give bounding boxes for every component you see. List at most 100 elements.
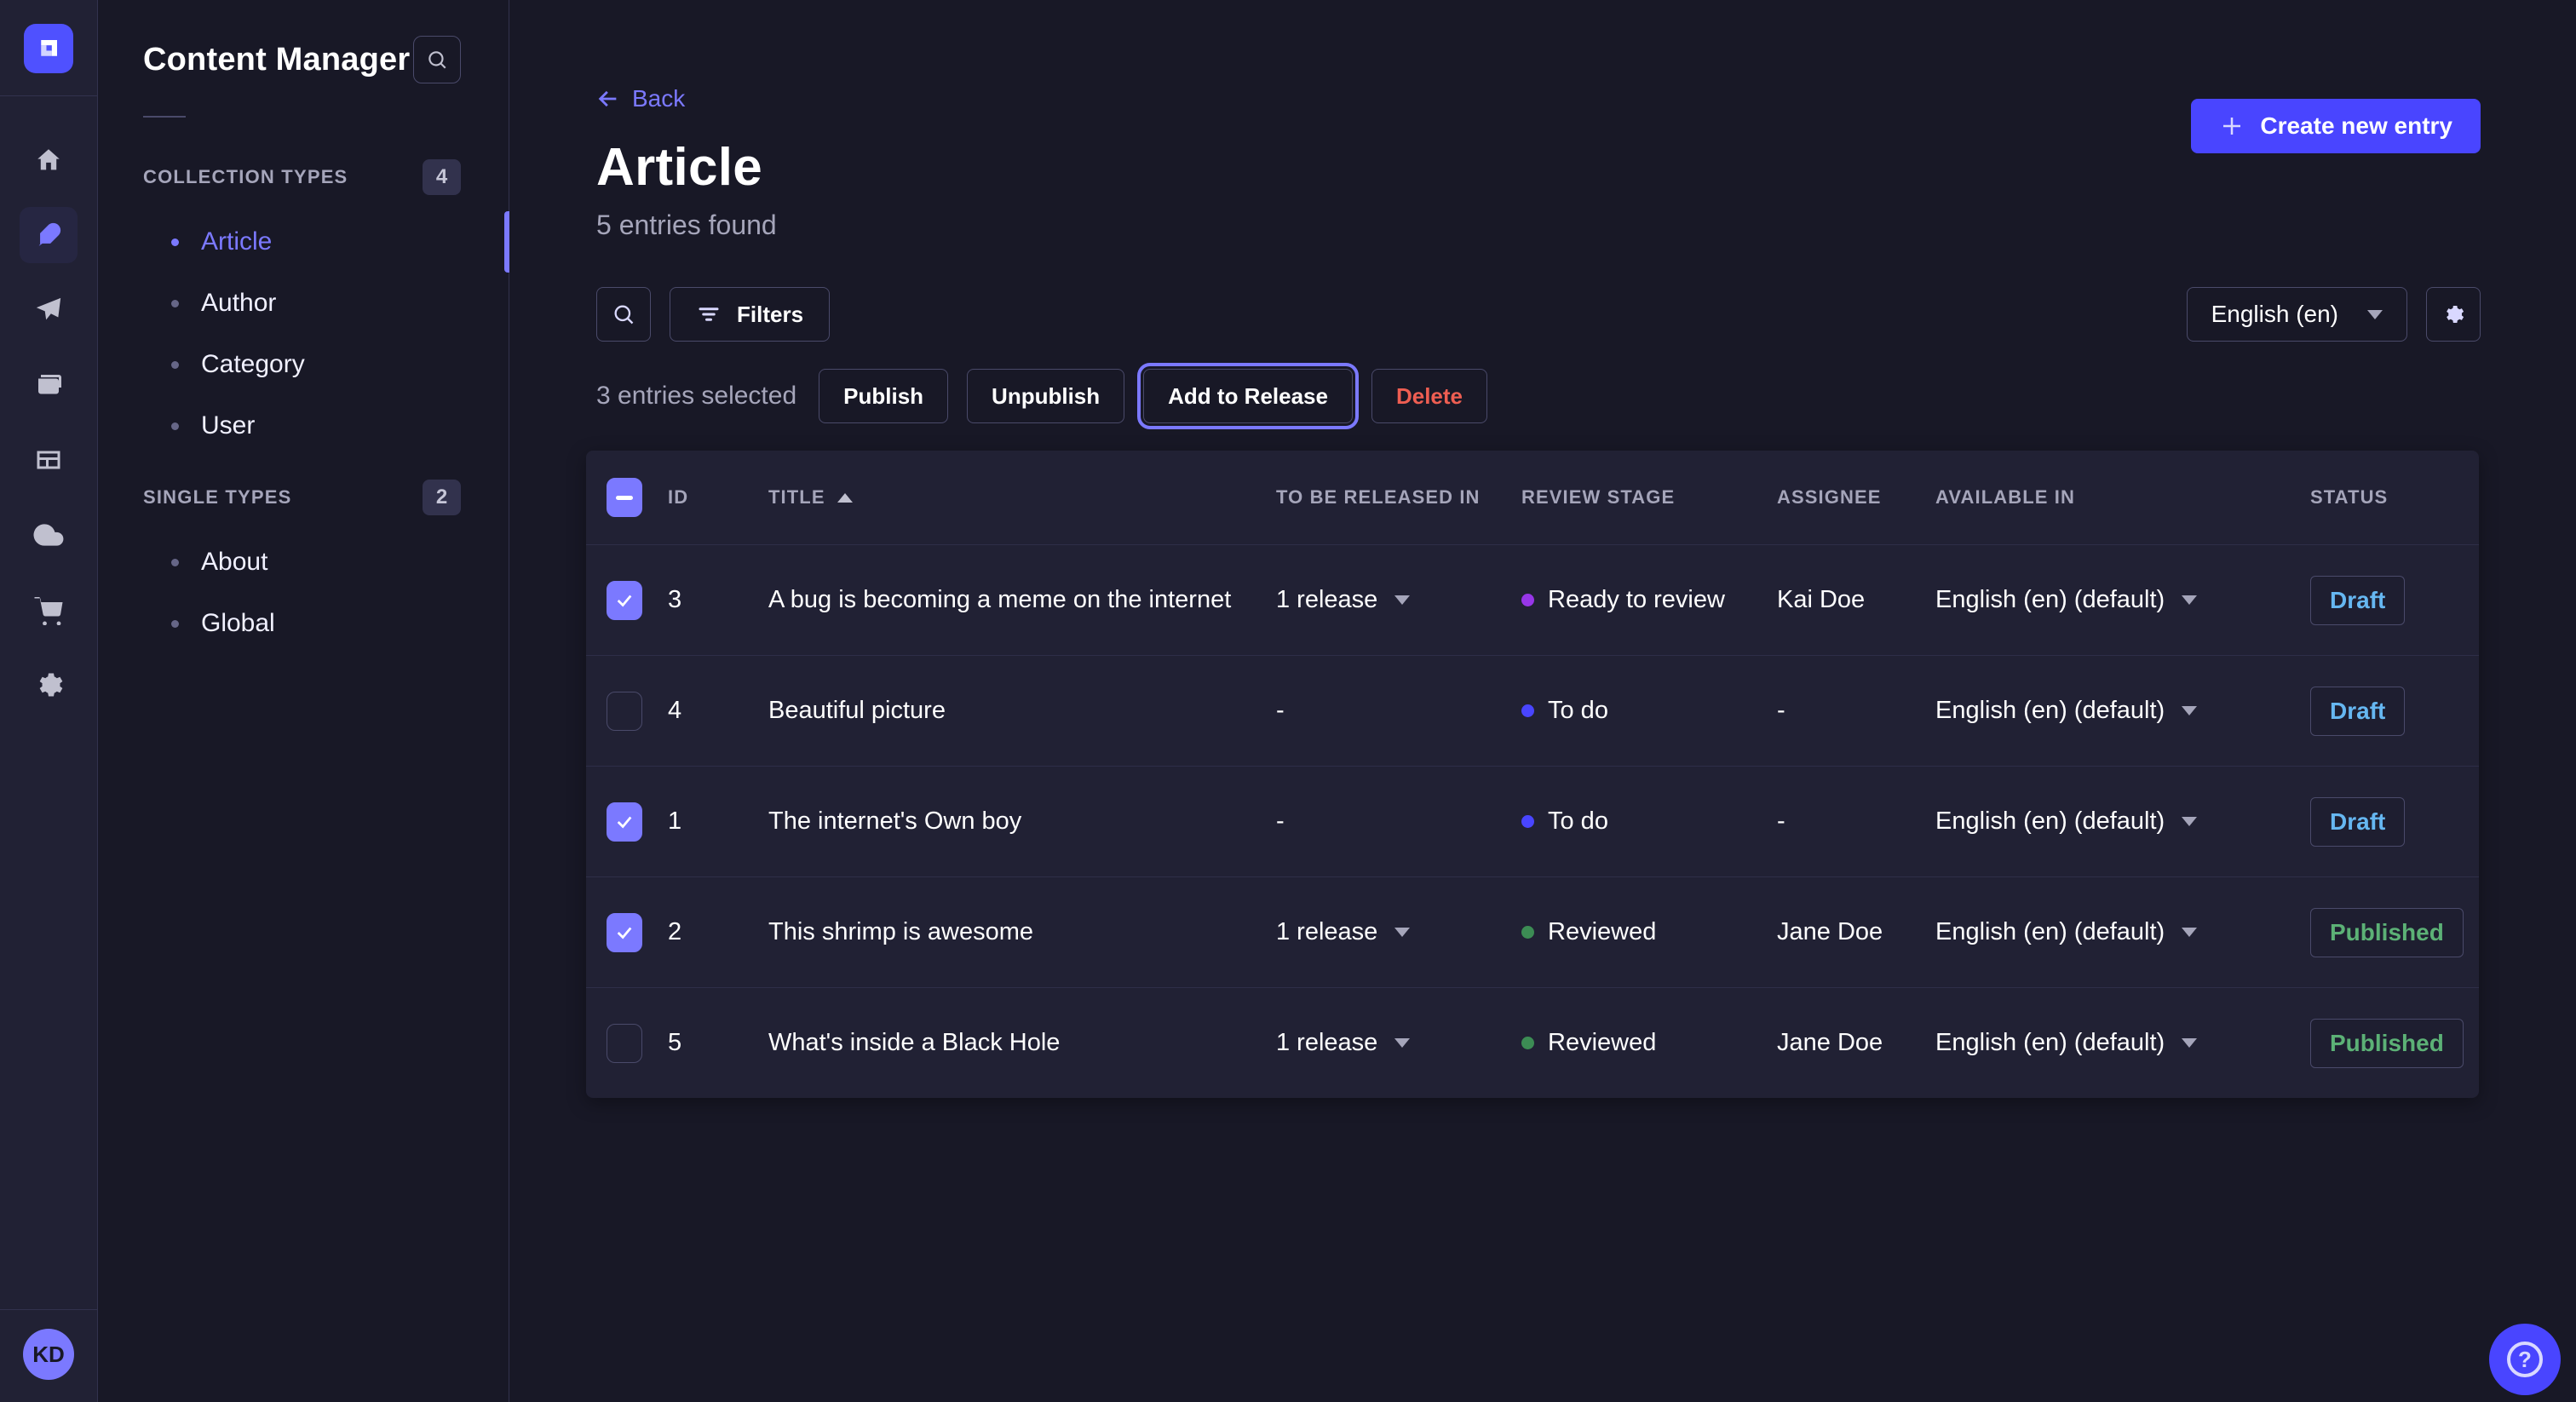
subnav-section-label: SINGLE TYPES — [143, 486, 292, 509]
rail-icon-list — [20, 132, 78, 713]
help-button[interactable]: ? — [2489, 1324, 2561, 1395]
row-title: A bug is becoming a meme on the internet — [750, 586, 1252, 614]
content-type-builder-icon[interactable] — [20, 432, 78, 488]
select-all-checkbox[interactable] — [607, 478, 642, 517]
table-row[interactable]: 1 The internet's Own boy - To do - Engli… — [586, 766, 2479, 876]
row-title: What's inside a Black Hole — [750, 1029, 1252, 1057]
cloud-icon[interactable] — [20, 507, 78, 563]
table-row[interactable]: 5 What's inside a Black Hole 1 release R… — [586, 987, 2479, 1098]
sidebar-item-user[interactable]: User — [98, 395, 509, 457]
row-review-stage: Reviewed — [1498, 918, 1753, 946]
row-checkbox[interactable] — [607, 581, 642, 620]
sidebar-item-author[interactable]: Author — [98, 273, 509, 334]
add-to-release-button[interactable]: Add to Release — [1143, 369, 1353, 423]
selection-actions: 3 entries selected Publish Unpublish Add… — [596, 369, 2481, 423]
row-released-in[interactable]: - — [1252, 697, 1498, 725]
status-badge: Draft — [2310, 797, 2405, 847]
sidebar-item-global[interactable]: Global — [98, 593, 509, 654]
logo-container — [0, 0, 97, 96]
create-new-entry-button[interactable]: Create new entry — [2191, 99, 2481, 153]
settings-gear-icon[interactable] — [20, 657, 78, 713]
sidebar-item-article[interactable]: Article — [98, 211, 509, 273]
row-available-in[interactable]: English (en) (default) — [1912, 586, 2283, 614]
row-checkbox-cell — [607, 1024, 668, 1063]
row-available-in[interactable]: English (en) (default) — [1912, 807, 2283, 836]
table-row[interactable]: 2 This shrimp is awesome 1 release Revie… — [586, 876, 2479, 987]
home-icon[interactable] — [20, 132, 78, 188]
row-released-in[interactable]: - — [1252, 807, 1498, 836]
row-status-cell: Published — [2283, 1019, 2474, 1068]
send-icon[interactable] — [20, 282, 78, 338]
row-available-in[interactable]: English (en) (default) — [1912, 697, 2283, 725]
bullet-icon — [171, 361, 179, 369]
subnav-sections: COLLECTION TYPES4 ArticleAuthorCategoryUs… — [98, 155, 509, 654]
marketplace-cart-icon[interactable] — [20, 582, 78, 638]
row-assignee: Jane Doe — [1753, 1029, 1912, 1057]
entries-count: 5 entries found — [596, 210, 2481, 241]
bullet-icon — [171, 559, 179, 566]
row-released-in[interactable]: 1 release — [1252, 1029, 1498, 1057]
user-avatar[interactable]: KD — [23, 1329, 74, 1380]
column-header-status[interactable]: STATUS — [2283, 486, 2458, 509]
subnav-search-button[interactable] — [413, 36, 461, 83]
stage-dot — [1521, 815, 1534, 828]
main-content: Back Article 5 entries found Create new … — [509, 0, 2576, 1402]
row-available-in[interactable]: English (en) (default) — [1912, 918, 2283, 946]
column-header-id[interactable]: ID — [668, 486, 750, 509]
sidebar-item-category[interactable]: Category — [98, 334, 509, 395]
subnav-title: Content Manager — [143, 42, 410, 78]
table-row[interactable]: 3 A bug is becoming a meme on the intern… — [586, 544, 2479, 655]
row-checkbox[interactable] — [607, 802, 642, 842]
row-assignee: Kai Doe — [1753, 586, 1912, 614]
bullet-icon — [171, 422, 179, 430]
column-header-available-in[interactable]: AVAILABLE IN — [1912, 486, 2283, 509]
row-checkbox[interactable] — [607, 692, 642, 731]
chevron-down-icon — [2182, 928, 2197, 937]
subnav-section-header[interactable]: SINGLE TYPES2 — [98, 475, 509, 520]
media-library-icon[interactable] — [20, 357, 78, 413]
strapi-logo-icon — [36, 36, 61, 61]
stage-dot — [1521, 704, 1534, 717]
row-released-in[interactable]: 1 release — [1252, 918, 1498, 946]
row-available-in[interactable]: English (en) (default) — [1912, 1029, 2283, 1057]
table-search-button[interactable] — [596, 287, 651, 342]
row-checkbox[interactable] — [607, 1024, 642, 1063]
toolbar: Filters English (en) — [596, 287, 2481, 342]
row-status-cell: Draft — [2283, 797, 2458, 847]
row-title: The internet's Own boy — [750, 807, 1252, 836]
sort-ascending-icon — [837, 493, 853, 503]
row-review-stage: To do — [1498, 807, 1753, 836]
row-title: This shrimp is awesome — [750, 918, 1252, 946]
subnav-divider — [143, 116, 186, 118]
row-review-stage: Ready to review — [1498, 586, 1753, 614]
column-header-review-stage[interactable]: REVIEW STAGE — [1498, 486, 1753, 509]
unpublish-button[interactable]: Unpublish — [967, 369, 1124, 423]
row-checkbox[interactable] — [607, 913, 642, 952]
column-header-released[interactable]: TO BE RELEASED IN — [1252, 486, 1498, 509]
row-id: 1 — [668, 807, 750, 836]
help-question-icon: ? — [2507, 1342, 2543, 1377]
filter-icon — [696, 302, 722, 327]
locale-select[interactable]: English (en) — [2187, 287, 2407, 342]
status-badge: Published — [2310, 1019, 2464, 1068]
subnav-section-header[interactable]: COLLECTION TYPES4 — [98, 155, 509, 199]
row-checkbox-cell — [607, 581, 668, 620]
filters-button[interactable]: Filters — [670, 287, 830, 342]
status-badge: Draft — [2310, 687, 2405, 736]
back-link[interactable]: Back — [596, 85, 685, 112]
row-assignee: - — [1753, 807, 1912, 836]
content-manager-icon[interactable] — [20, 207, 78, 263]
sidebar-item-about[interactable]: About — [98, 531, 509, 593]
strapi-logo[interactable] — [24, 24, 73, 73]
publish-button[interactable]: Publish — [819, 369, 948, 423]
delete-button[interactable]: Delete — [1371, 369, 1487, 423]
column-header-assignee[interactable]: ASSIGNEE — [1753, 486, 1912, 509]
table-row[interactable]: 4 Beautiful picture - To do - English (e… — [586, 655, 2479, 766]
search-icon — [612, 302, 635, 326]
column-header-title[interactable]: TITLE — [750, 486, 1252, 509]
view-settings-button[interactable] — [2426, 287, 2481, 342]
stage-dot — [1521, 594, 1534, 606]
bullet-icon — [171, 238, 179, 246]
row-released-in[interactable]: 1 release — [1252, 586, 1498, 614]
row-id: 4 — [668, 697, 750, 725]
